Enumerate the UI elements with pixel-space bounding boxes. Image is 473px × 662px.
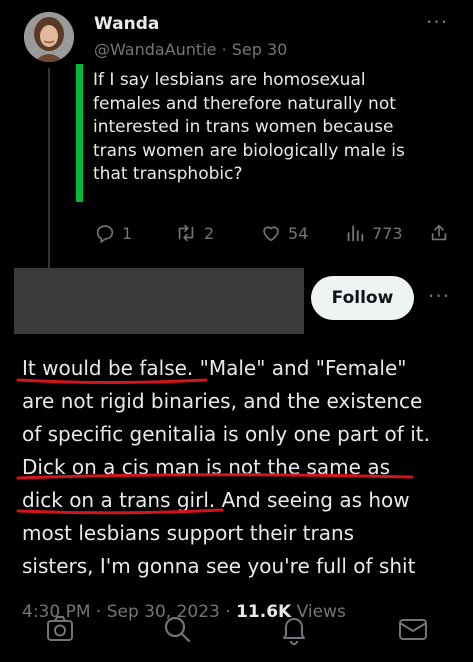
underline-3 — [16, 508, 224, 515]
mail-icon[interactable] — [396, 612, 430, 646]
search-icon[interactable] — [160, 612, 194, 646]
underline-1 — [16, 378, 208, 384]
underline-annotations — [16, 378, 414, 515]
underline-2 — [16, 473, 414, 480]
bell-icon[interactable] — [278, 612, 310, 646]
camera-icon[interactable] — [44, 612, 76, 646]
bottom-navigation — [0, 606, 473, 662]
